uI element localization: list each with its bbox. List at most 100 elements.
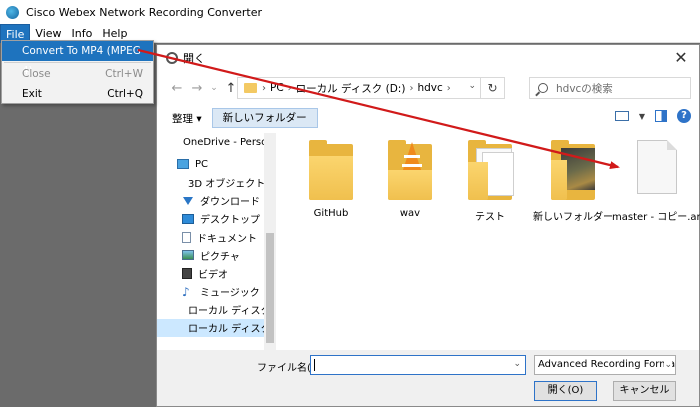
breadcrumb-hdvc[interactable]: hdvc	[417, 82, 442, 94]
filename-input[interactable]: ⌄	[310, 355, 526, 375]
scrollbar-thumb[interactable]	[266, 233, 274, 343]
video-icon	[182, 267, 192, 279]
nav-item-label: ピクチャ	[200, 251, 240, 263]
webex-logo-icon	[6, 5, 19, 19]
file-type-value: Advanced Recording Format(*.arf)	[538, 359, 676, 370]
nav-item-label: ドキュメント	[197, 233, 257, 245]
breadcrumb-pc[interactable]: PC	[270, 82, 284, 94]
nav-item-desktop[interactable]: デスクトップ	[157, 210, 264, 228]
open-button[interactable]: 開く(O)	[534, 381, 597, 401]
nav-item-label: ビデオ	[198, 269, 228, 281]
nav-item-music[interactable]: ♪ ミュージック	[157, 283, 264, 301]
menu-item-exit[interactable]: Exit Ctrl+Q	[2, 84, 153, 104]
menu-item-convert-mp4[interactable]: Convert To MP4 (MPEG-4)...	[2, 41, 153, 77]
music-note-icon: ♪	[182, 284, 190, 299]
file-item-master-arf[interactable]: master - コピー.arf	[612, 140, 700, 223]
toolbar-right: ▼ ?	[614, 109, 691, 123]
cancel-button[interactable]: キャンセル	[613, 381, 676, 401]
nav-item-label: 3D オブジェクト	[188, 178, 264, 190]
view-options-icon[interactable]	[614, 111, 629, 121]
nav-item-label: ミュージック	[200, 288, 260, 300]
pc-icon	[177, 159, 189, 170]
back-arrow-icon[interactable]: ←	[167, 77, 187, 99]
file-name: wav	[399, 208, 421, 219]
file-menu-dropdown: Convert To MP4 (MPEG-4)... Close Ctrl+W …	[1, 40, 154, 104]
nav-pane-scrollbar[interactable]	[264, 133, 276, 350]
help-icon[interactable]: ?	[677, 109, 691, 123]
chevron-down-icon: ⌄	[664, 356, 672, 374]
breadcrumb-separator: ›	[287, 82, 292, 94]
document-folder-icon	[462, 140, 518, 202]
file-type-select[interactable]: Advanced Recording Format(*.arf) ⌄	[534, 355, 676, 375]
folder-icon	[303, 140, 359, 202]
chrome-icon	[166, 52, 178, 64]
file-icon	[627, 140, 683, 202]
view-dropdown-icon[interactable]: ▼	[639, 112, 645, 121]
menu-item-close-label: Close	[22, 68, 51, 80]
file-name: master - コピー.arf	[612, 212, 700, 223]
breadcrumb-separator: ›	[446, 82, 451, 94]
open-file-dialog: 開く ✕ ← → ⌄ ↑ › PC › ローカル ディスク (D:) › hdv…	[156, 44, 700, 407]
file-item-new-folder[interactable]: 新しいフォルダー	[533, 140, 613, 223]
menu-item-exit-label: Exit	[22, 88, 42, 100]
dialog-toolbar: 整理 ▾ 新しいフォルダー ▼ ?	[157, 107, 699, 129]
nav-item-label: OneDrive - Person	[183, 136, 264, 148]
nav-item-pictures[interactable]: ピクチャ	[157, 246, 264, 264]
search-placeholder: hdvcの検索	[556, 82, 613, 95]
desktop-icon	[182, 213, 194, 224]
refresh-icon[interactable]: ↻	[480, 77, 504, 99]
close-icon[interactable]: ✕	[671, 48, 691, 67]
download-arrow-icon	[183, 196, 193, 205]
breadcrumb-separator: ›	[409, 82, 414, 94]
menu-item-close-shortcut: Ctrl+W	[105, 68, 143, 80]
breadcrumb-drive-d[interactable]: ローカル ディスク (D:)	[296, 81, 406, 96]
file-name: テスト	[475, 212, 505, 223]
document-icon	[182, 231, 191, 243]
menu-item-exit-shortcut: Ctrl+Q	[107, 88, 143, 100]
nav-item-local-disk-c[interactable]: ローカル ディスク (C	[157, 301, 264, 319]
nav-item-onedrive[interactable]: OneDrive - Person	[157, 133, 264, 151]
dialog-bottom-bar: ファイル名(N): ⌄ Advanced Recording Format(*.…	[157, 350, 699, 406]
menu-item-close[interactable]: Close Ctrl+W	[2, 64, 153, 84]
nav-item-label: ローカル ディスク (D	[188, 324, 264, 336]
address-bar[interactable]: › PC › ローカル ディスク (D:) › hdvc › ⌄ ↻	[237, 77, 505, 99]
nav-item-3d-objects[interactable]: 3D オブジェクト	[157, 173, 264, 191]
nav-item-local-disk-d[interactable]: ローカル ディスク (D	[157, 318, 264, 338]
recent-dropdown-icon[interactable]: ⌄	[207, 77, 221, 99]
text-caret	[314, 359, 315, 371]
file-name: GitHub	[313, 208, 349, 219]
file-item-wav[interactable]: wav	[370, 140, 450, 219]
search-input[interactable]: hdvcの検索	[529, 77, 691, 99]
search-icon	[538, 83, 548, 93]
file-name: 新しいフォルダー	[533, 212, 613, 223]
nav-item-label: ローカル ディスク (C	[188, 306, 264, 318]
dialog-title: 開く	[183, 52, 205, 65]
navigation-bar: ← → ⌄ ↑ › PC › ローカル ディスク (D:) › hdvc › ⌄…	[157, 73, 699, 103]
pictures-icon	[182, 250, 194, 261]
nav-item-label: PC	[195, 158, 209, 170]
nav-item-downloads[interactable]: ダウンロード	[157, 192, 264, 210]
breadcrumb-separator: ›	[262, 82, 266, 94]
app-title: Cisco Webex Network Recording Converter	[26, 5, 263, 19]
navigation-pane: OneDrive - Person PC 3D オブジェクト ダウンロード デス…	[157, 133, 264, 350]
file-item-github[interactable]: GitHub	[291, 140, 371, 219]
folder-icon	[244, 83, 257, 93]
dialog-titlebar: 開く ✕	[157, 45, 699, 71]
nav-item-label: デスクトップ	[200, 215, 260, 227]
app-titlebar: Cisco Webex Network Recording Converter	[0, 0, 700, 24]
file-item-test[interactable]: テスト	[450, 140, 530, 223]
nav-item-label: ダウンロード	[200, 197, 260, 209]
filename-dropdown-icon[interactable]: ⌄	[513, 359, 521, 369]
nav-item-documents[interactable]: ドキュメント	[157, 228, 264, 246]
file-list-area: GitHub wav テスト 新しいフォルダー master - コピー.arf	[279, 133, 700, 350]
vlc-folder-icon	[382, 140, 438, 202]
photo-folder-icon	[545, 140, 601, 202]
preview-pane-icon[interactable]	[655, 110, 667, 122]
forward-arrow-icon[interactable]: →	[187, 77, 207, 99]
address-dropdown-icon[interactable]: ⌄	[468, 81, 476, 91]
nav-item-pc[interactable]: PC	[157, 155, 264, 173]
3d-objects-icon	[178, 179, 186, 186]
new-folder-button[interactable]: 新しいフォルダー	[211, 108, 318, 128]
organize-button[interactable]: 整理 ▾	[172, 111, 202, 126]
nav-item-videos[interactable]: ビデオ	[157, 264, 264, 282]
